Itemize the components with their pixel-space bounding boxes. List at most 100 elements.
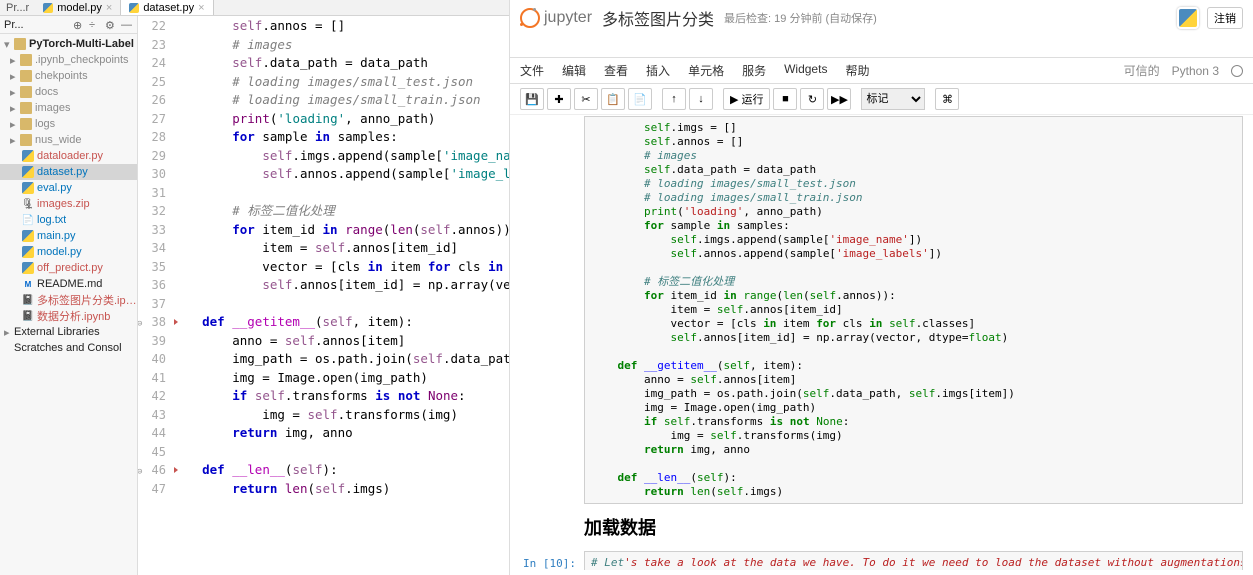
- tree-file[interactable]: 多标签图片分类.ipynb: [0, 292, 137, 308]
- line-number[interactable]: 38: [138, 313, 172, 332]
- kernel-name: Python 3: [1172, 64, 1219, 78]
- cut-button[interactable]: ✂: [574, 88, 598, 110]
- project-header: Pr... ⊕ ÷ ⚙ —: [0, 16, 137, 34]
- cell-prompt: [520, 116, 584, 504]
- line-number[interactable]: 23: [138, 36, 172, 55]
- line-number[interactable]: 24: [138, 54, 172, 73]
- move-up-button[interactable]: ↑: [662, 88, 686, 110]
- menu-view[interactable]: 查看: [604, 62, 628, 79]
- tree-folder[interactable]: ▸images: [0, 100, 137, 116]
- tree-file[interactable]: README.md: [0, 276, 137, 292]
- line-number[interactable]: 22: [138, 17, 172, 36]
- menu-help[interactable]: 帮助: [845, 62, 869, 79]
- python-icon: [129, 3, 139, 13]
- kernel-status-icon[interactable]: [1231, 65, 1243, 77]
- line-number[interactable]: 44: [138, 424, 172, 443]
- line-number[interactable]: 43: [138, 406, 172, 425]
- tree-folder[interactable]: ▸logs: [0, 116, 137, 132]
- line-number[interactable]: 32: [138, 202, 172, 221]
- tree-file[interactable]: model.py: [0, 244, 137, 260]
- tree-file[interactable]: eval.py: [0, 180, 137, 196]
- line-number[interactable]: 31: [138, 184, 172, 203]
- line-number[interactable]: 33: [138, 221, 172, 240]
- tree-file[interactable]: dataloader.py: [0, 148, 137, 164]
- tree-folder[interactable]: ▸docs: [0, 84, 137, 100]
- menu-file[interactable]: 文件: [520, 62, 544, 79]
- menu-kernel[interactable]: 服务: [742, 62, 766, 79]
- celltype-select[interactable]: 标记: [861, 88, 925, 110]
- breadcrumb[interactable]: Pr...r: [0, 2, 35, 14]
- line-number[interactable]: 27: [138, 110, 172, 129]
- logout-button[interactable]: 注销: [1207, 7, 1243, 29]
- tree-file[interactable]: main.py: [0, 228, 137, 244]
- tree-folder[interactable]: ▸.ipynb_checkpoints: [0, 52, 137, 68]
- menu-widgets[interactable]: Widgets: [784, 62, 827, 79]
- restart-button[interactable]: ↻: [800, 88, 824, 110]
- run-button[interactable]: ▶ 运行: [723, 88, 770, 110]
- jupyter-toolbar: 💾 ✚ ✂ 📋 📄 ↑ ↓ ▶ 运行 ■ ↻ ▶▶ 标记 ⌘: [510, 84, 1253, 115]
- notebook-area[interactable]: self.imgs = [] self.annos = [] # images …: [510, 115, 1253, 570]
- line-number[interactable]: 37: [138, 295, 172, 314]
- cell-prompt: In [10]:: [520, 551, 584, 570]
- code-editor[interactable]: 2223242526272829303132333435363738394041…: [138, 16, 509, 575]
- close-icon[interactable]: ×: [198, 2, 204, 14]
- line-number[interactable]: 29: [138, 147, 172, 166]
- tree-file[interactable]: log.txt: [0, 212, 137, 228]
- add-cell-button[interactable]: ✚: [547, 88, 571, 110]
- code-cell[interactable]: self.imgs = [] self.annos = [] # images …: [520, 115, 1243, 504]
- collapse-icon[interactable]: ⊕: [73, 19, 85, 31]
- tree-scratches[interactable]: Scratches and Consol: [0, 340, 137, 356]
- line-number[interactable]: 40: [138, 350, 172, 369]
- command-palette-button[interactable]: ⌘: [935, 88, 959, 110]
- line-number[interactable]: 45: [138, 443, 172, 462]
- code-cell[interactable]: In [10]:# Let's take a look at the data …: [520, 550, 1243, 570]
- markdown-cell[interactable]: 加载数据: [520, 508, 1243, 546]
- divide-icon[interactable]: ÷: [89, 19, 101, 31]
- line-number[interactable]: 47: [138, 480, 172, 499]
- line-number[interactable]: 36: [138, 276, 172, 295]
- tree-root[interactable]: ▾PyTorch-Multi-Label: [0, 36, 137, 52]
- project-panel: Pr... ⊕ ÷ ⚙ — ▾PyTorch-Multi-Label▸.ipyn…: [0, 16, 138, 575]
- move-down-button[interactable]: ↓: [689, 88, 713, 110]
- tab-label: model.py: [57, 2, 102, 14]
- trusted-indicator[interactable]: 可信的: [1124, 62, 1160, 79]
- stop-button[interactable]: ■: [773, 88, 797, 110]
- line-number[interactable]: 41: [138, 369, 172, 388]
- close-icon[interactable]: ×: [106, 2, 112, 14]
- hide-icon[interactable]: —: [121, 19, 133, 31]
- copy-button[interactable]: 📋: [601, 88, 625, 110]
- menu-insert[interactable]: 插入: [646, 62, 670, 79]
- tree-external-libs[interactable]: ▸External Libraries: [0, 324, 137, 340]
- paste-button[interactable]: 📄: [628, 88, 652, 110]
- line-number[interactable]: 42: [138, 387, 172, 406]
- ide-tab-bar: Pr...r model.py × dataset.py ×: [0, 0, 509, 16]
- menu-cell[interactable]: 单元格: [688, 62, 724, 79]
- gear-icon[interactable]: ⚙: [105, 19, 117, 31]
- tree-folder[interactable]: ▸nus_wide: [0, 132, 137, 148]
- line-number[interactable]: 25: [138, 73, 172, 92]
- line-number[interactable]: 34: [138, 239, 172, 258]
- python-icon: [43, 3, 53, 13]
- project-label: Pr...: [4, 19, 24, 31]
- line-number[interactable]: 26: [138, 91, 172, 110]
- tab-model-py[interactable]: model.py ×: [35, 0, 121, 15]
- jupyter-logo[interactable]: jupyter: [520, 8, 592, 28]
- tree-folder[interactable]: ▸chekpoints: [0, 68, 137, 84]
- save-button[interactable]: 💾: [520, 88, 544, 110]
- fastforward-button[interactable]: ▶▶: [827, 88, 851, 110]
- line-number[interactable]: 28: [138, 128, 172, 147]
- notebook-title[interactable]: 多标签图片分类: [602, 6, 714, 30]
- line-number[interactable]: 35: [138, 258, 172, 277]
- python-icon: [1177, 7, 1199, 29]
- tree-file[interactable]: images.zip: [0, 196, 137, 212]
- line-number[interactable]: 30: [138, 165, 172, 184]
- line-number[interactable]: 39: [138, 332, 172, 351]
- save-status: 最后检查: 19 分钟前 (自动保存): [724, 10, 877, 26]
- line-number[interactable]: 46: [138, 461, 172, 480]
- tree-file[interactable]: dataset.py: [0, 164, 137, 180]
- tree-file[interactable]: 数据分析.ipynb: [0, 308, 137, 324]
- tab-label: dataset.py: [143, 2, 194, 14]
- tree-file[interactable]: off_predict.py: [0, 260, 137, 276]
- tab-dataset-py[interactable]: dataset.py ×: [121, 0, 213, 15]
- menu-edit[interactable]: 编辑: [562, 62, 586, 79]
